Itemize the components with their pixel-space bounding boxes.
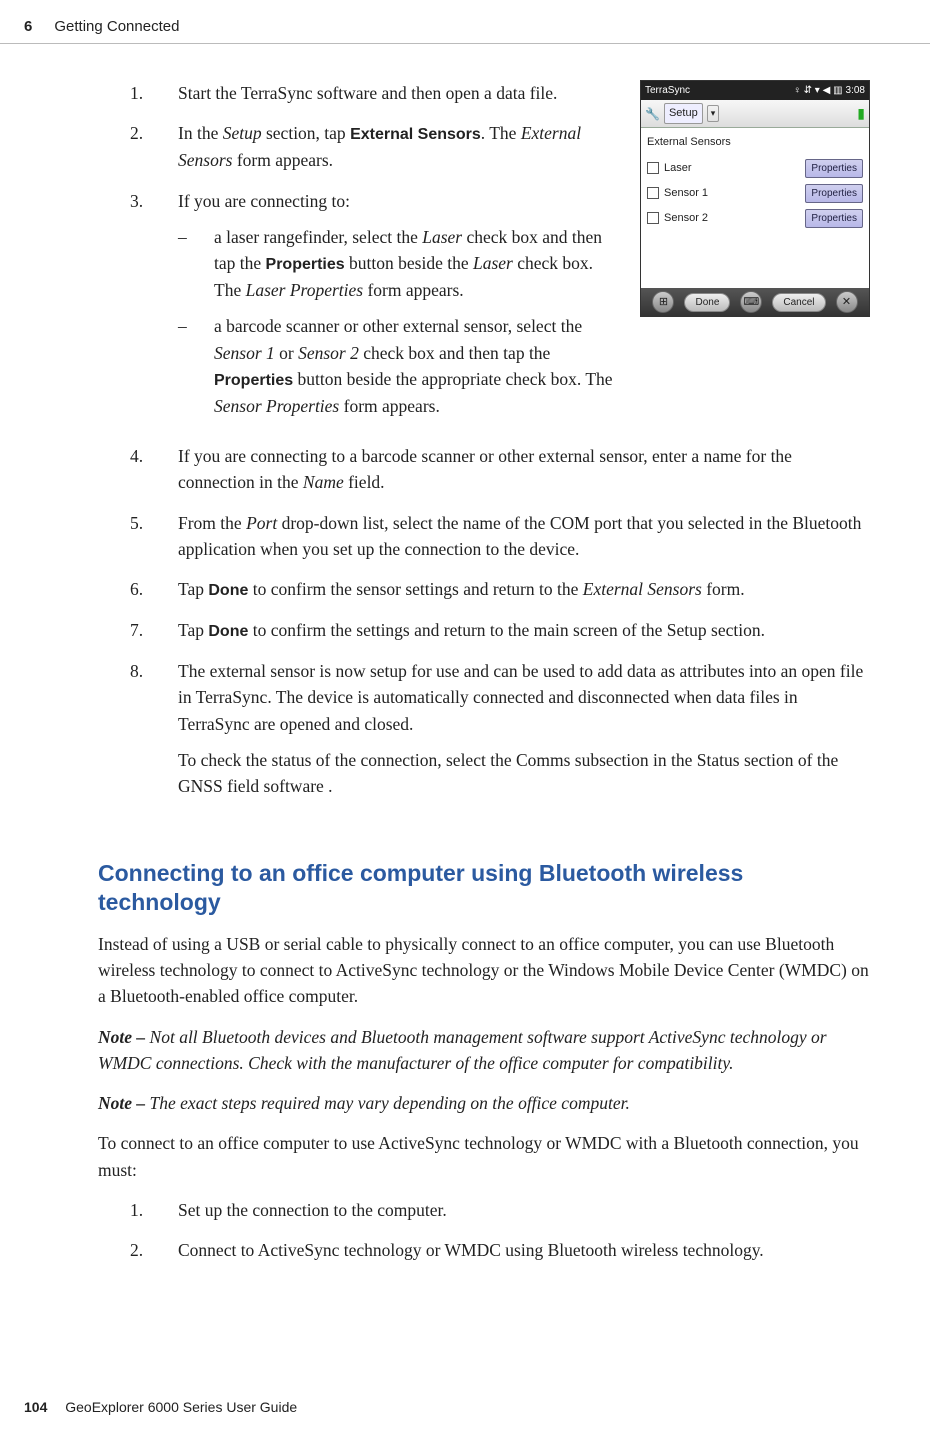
page-number: 104: [24, 1399, 47, 1415]
section-steps: Set up the connection to the computer. C…: [130, 1197, 870, 1264]
row-sensor1: Sensor 1 Properties: [647, 184, 863, 203]
step-3b: a barcode scanner or other external sens…: [178, 313, 624, 419]
done-button[interactable]: Done: [684, 293, 730, 312]
sensor1-properties-button[interactable]: Properties: [805, 184, 863, 203]
screenshot-menubar: 🔧 Setup ▾ ▮: [641, 100, 869, 128]
screenshot-form-title: External Sensors: [647, 134, 863, 151]
screenshot-clock: 3:08: [846, 83, 865, 98]
chapter-number: 6: [24, 18, 32, 35]
section-step-2: Connect to ActiveSync technology or WMDC…: [130, 1237, 870, 1263]
sensor1-label: Sensor 1: [664, 185, 708, 202]
sensor1-checkbox[interactable]: [647, 187, 659, 199]
screenshot-app-name: TerraSync: [645, 83, 690, 98]
signal-icon: ♀ ⇵ ▾ ◀ ▥: [793, 83, 842, 98]
setup-dropdown[interactable]: Setup: [664, 103, 703, 124]
step-8: The external sensor is now setup for use…: [130, 658, 870, 809]
page-content: TerraSync ♀ ⇵ ▾ ◀ ▥ 3:08 🔧 Setup ▾ ▮ Ext…: [0, 80, 930, 1263]
chapter-title: Getting Connected: [54, 18, 179, 35]
laser-checkbox[interactable]: [647, 162, 659, 174]
note-2: Note – The exact steps required may vary…: [98, 1090, 870, 1116]
step-3a: a laser rangefinder, select the Laser ch…: [178, 224, 624, 304]
windows-icon[interactable]: ⊞: [652, 291, 674, 313]
section-para-2: To connect to an office computer to use …: [98, 1130, 870, 1183]
step-4: If you are connecting to a barcode scann…: [130, 443, 870, 496]
step-3: If you are connecting to: a laser rangef…: [130, 188, 624, 430]
page-footer: 104 GeoExplorer 6000 Series User Guide: [24, 1399, 297, 1415]
setup-dropdown-arrow[interactable]: ▾: [707, 105, 720, 123]
sensor2-label: Sensor 2: [664, 210, 708, 227]
screenshot-footer: ⊞ Done ⌨ Cancel ✕: [641, 288, 869, 316]
row-sensor2: Sensor 2 Properties: [647, 209, 863, 228]
laser-properties-button[interactable]: Properties: [805, 159, 863, 178]
section-heading: Connecting to an office computer using B…: [98, 859, 870, 917]
page-header: 6 Getting Connected: [0, 0, 930, 44]
wrench-icon: 🔧: [645, 105, 660, 123]
step-2: In the Setup section, tap External Senso…: [130, 120, 624, 173]
book-title: GeoExplorer 6000 Series User Guide: [65, 1399, 297, 1415]
section-para-1: Instead of using a USB or serial cable t…: [98, 931, 870, 1010]
sensor2-checkbox[interactable]: [647, 212, 659, 224]
keyboard-icon[interactable]: ⌨: [740, 291, 762, 313]
laser-label: Laser: [664, 160, 692, 177]
note-1: Note – Not all Bluetooth devices and Blu…: [98, 1024, 870, 1077]
battery-icon: ▮: [857, 103, 865, 124]
screenshot-form: External Sensors Laser Properties Sensor…: [641, 128, 869, 288]
step-7: Tap Done to confirm the settings and ret…: [130, 617, 870, 644]
close-icon[interactable]: ✕: [836, 291, 858, 313]
step-3-sublist: a laser rangefinder, select the Laser ch…: [178, 224, 624, 419]
section-step-1: Set up the connection to the computer.: [130, 1197, 870, 1223]
row-laser: Laser Properties: [647, 159, 863, 178]
step-6: Tap Done to confirm the sensor settings …: [130, 576, 870, 603]
device-screenshot: TerraSync ♀ ⇵ ▾ ◀ ▥ 3:08 🔧 Setup ▾ ▮ Ext…: [640, 80, 870, 317]
cancel-button[interactable]: Cancel: [772, 293, 825, 312]
screenshot-statusbar: TerraSync ♀ ⇵ ▾ ◀ ▥ 3:08: [641, 81, 869, 100]
sensor2-properties-button[interactable]: Properties: [805, 209, 863, 228]
step-5: From the Port drop-down list, select the…: [130, 510, 870, 563]
step-1: Start the TerraSync software and then op…: [130, 80, 624, 106]
